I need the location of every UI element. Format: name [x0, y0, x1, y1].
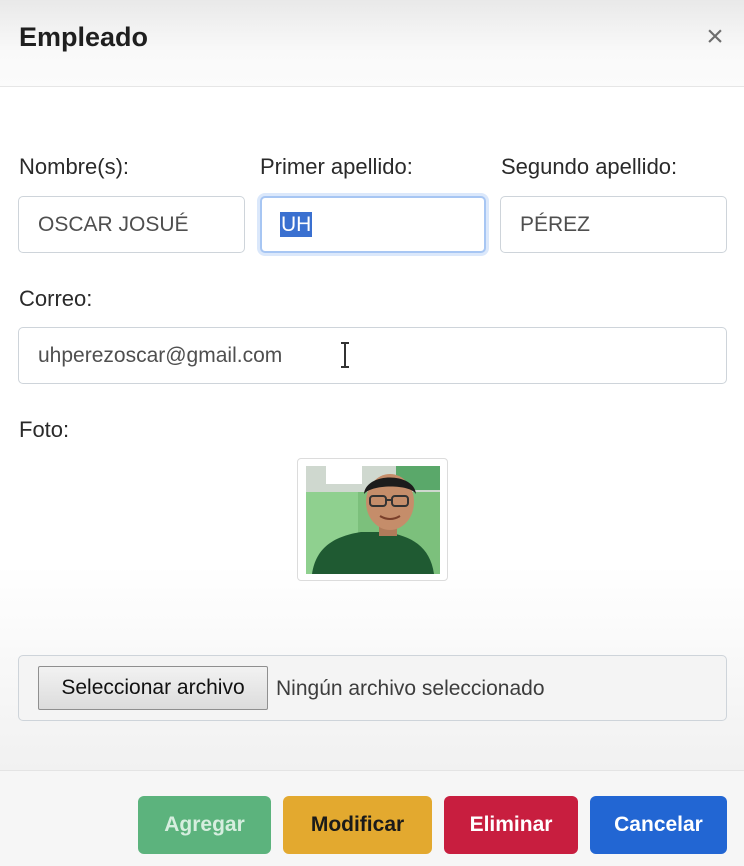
file-status-text: Ningún archivo seleccionado	[276, 677, 545, 700]
text-cursor-icon	[341, 342, 349, 368]
eliminar-button[interactable]: Eliminar	[444, 796, 578, 854]
employee-photo-frame	[297, 458, 448, 581]
segundo-apellido-input-value: PÉREZ	[520, 213, 591, 236]
nombre-label: Nombre(s):	[19, 154, 130, 179]
select-file-button[interactable]: Seleccionar archivo	[38, 666, 268, 710]
employee-photo-image	[306, 466, 440, 574]
correo-input-value: uhperezoscar@gmail.com	[38, 344, 283, 367]
correo-input[interactable]: uhperezoscar@gmail.com	[18, 327, 727, 384]
file-input: Seleccionar archivo Ningún archivo selec…	[18, 655, 727, 721]
agregar-button[interactable]: Agregar	[138, 796, 271, 854]
modal-title: Empleado	[19, 22, 149, 52]
foto-label: Foto:	[19, 417, 70, 442]
segundo-apellido-label: Segundo apellido:	[501, 154, 678, 179]
employee-modal: Empleado × Nombre(s): Primer apellido: S…	[0, 0, 744, 866]
modal-header: Empleado ×	[0, 0, 744, 87]
segundo-apellido-input[interactable]: PÉREZ	[500, 196, 727, 253]
correo-label: Correo:	[19, 286, 93, 311]
primer-apellido-input[interactable]: UH	[260, 196, 486, 253]
nombre-input-value: OSCAR JOSUÉ	[38, 213, 189, 236]
primer-apellido-label: Primer apellido:	[260, 154, 413, 179]
cancelar-button[interactable]: Cancelar	[590, 796, 727, 854]
close-icon[interactable]: ×	[700, 20, 730, 54]
primer-apellido-input-value: UH	[280, 212, 313, 237]
employee-photo	[306, 466, 440, 574]
modificar-button[interactable]: Modificar	[283, 796, 432, 854]
nombre-input[interactable]: OSCAR JOSUÉ	[18, 196, 245, 253]
